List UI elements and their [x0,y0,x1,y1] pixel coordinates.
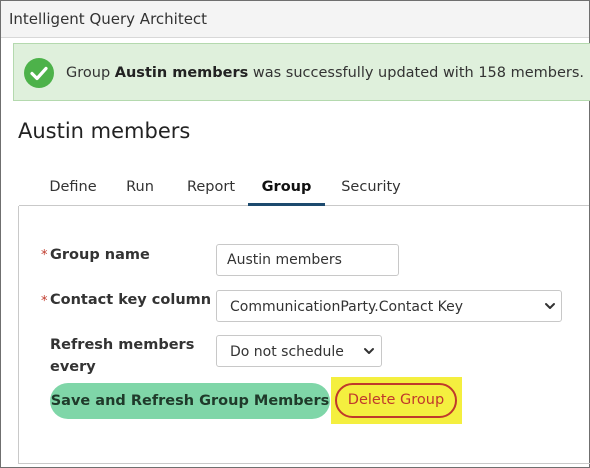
chevron-down-icon [544,300,556,312]
group-name-label: Group name [50,247,150,263]
app-title: Intelligent Query Architect [9,10,208,28]
group-name-input[interactable] [216,244,399,276]
tab-define[interactable]: Define [36,169,110,203]
refresh-schedule-value: Do not schedule [230,344,344,360]
required-marker: * [41,294,48,309]
chevron-down-icon [363,345,375,357]
app-window: Intelligent Query Architect Group Austin… [0,0,590,468]
tab-group[interactable]: Group [248,169,325,206]
check-circle-icon [24,58,54,88]
save-and-refresh-button[interactable]: Save and Refresh Group Members [50,383,330,419]
contact-key-select[interactable]: CommunicationParty.Contact Key [216,290,562,322]
alert-group-name: Austin members [114,65,249,81]
required-marker: * [41,248,48,263]
delete-group-button[interactable]: Delete Group [335,383,457,418]
alert-suffix: was successfully updated with 158 member… [248,65,585,81]
tab-report[interactable]: Report [178,169,244,203]
contact-key-value: CommunicationParty.Contact Key [230,299,464,315]
refresh-schedule-select[interactable]: Do not schedule [216,335,382,367]
tab-bar: Define Run Report Group Security [19,169,589,206]
refresh-label-line2: every [50,359,96,375]
alert-prefix: Group [66,65,115,81]
tab-run[interactable]: Run [119,169,161,203]
alert-message: Group Austin members was successfully up… [66,65,584,81]
success-alert: Group Austin members was successfully up… [13,43,590,101]
page-title: Austin members [18,119,191,143]
refresh-label-line1: Refresh members [50,337,195,353]
tab-security[interactable]: Security [336,169,406,203]
title-bar: Intelligent Query Architect [1,1,589,38]
contact-key-label: Contact key column [50,292,212,308]
